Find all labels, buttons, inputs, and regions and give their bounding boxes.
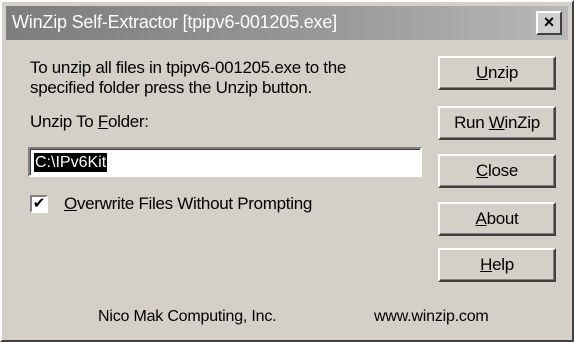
unzip-folder-input[interactable]: C:\IPv6Kit [28, 147, 422, 177]
overwrite-checkbox[interactable]: ✔ [30, 195, 48, 213]
unzip-button[interactable]: Unzip [438, 56, 556, 90]
check-icon: ✔ [32, 195, 46, 212]
window-title: WinZip Self-Extractor [tpipv6-001205.exe… [12, 12, 337, 32]
unzip-folder-value: C:\IPv6Kit [34, 153, 108, 172]
help-button[interactable]: Help [438, 248, 556, 282]
unzip-folder-label: Unzip To Folder: [30, 112, 149, 131]
title-bar[interactable]: WinZip Self-Extractor [tpipv6-001205.exe… [6, 6, 568, 40]
run-winzip-button[interactable]: Run WinZip [438, 106, 556, 140]
overwrite-label[interactable]: Overwrite Files Without Prompting [64, 194, 312, 214]
website-text: www.winzip.com [374, 308, 489, 325]
close-icon: × [543, 12, 555, 32]
instruction-text: To unzip all files in tpipv6-001205.exe … [30, 58, 347, 97]
self-extractor-dialog: WinZip Self-Extractor [tpipv6-001205.exe… [0, 0, 574, 342]
close-window-button[interactable]: × [536, 11, 562, 35]
about-button[interactable]: About [438, 202, 556, 236]
company-name: Nico Mak Computing, Inc. [98, 308, 277, 325]
close-button[interactable]: Close [438, 154, 556, 188]
